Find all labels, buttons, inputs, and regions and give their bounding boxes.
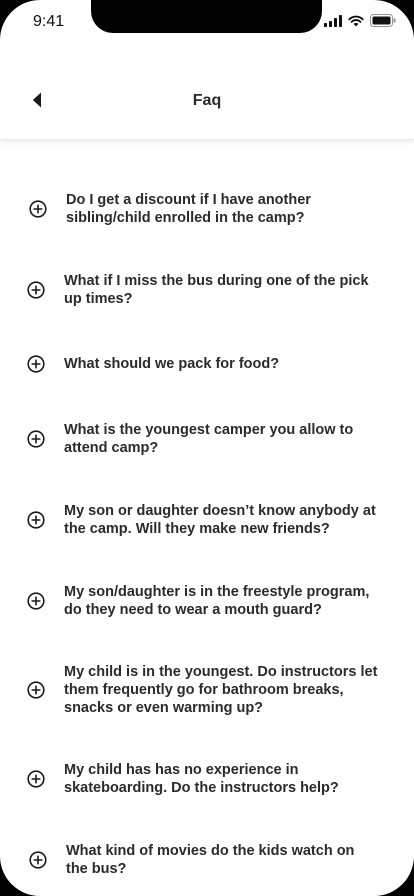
plus-circle-icon bbox=[27, 281, 45, 299]
plus-circle-icon bbox=[27, 511, 45, 529]
faq-item[interactable]: My son or daughter doesn’t know anybody … bbox=[0, 500, 414, 540]
faq-item[interactable]: My son/daughter is in the freestyle prog… bbox=[0, 581, 414, 621]
faq-question: Do I get a discount if I have another si… bbox=[66, 192, 311, 226]
battery-icon bbox=[370, 14, 396, 32]
faq-item[interactable]: My child is in the youngest. Do instruct… bbox=[0, 662, 414, 718]
plus-circle-icon bbox=[27, 430, 45, 448]
faq-question: What should we pack for food? bbox=[64, 356, 280, 372]
faq-item[interactable]: Do I get a discount if I have another si… bbox=[0, 189, 414, 229]
faq-question: My son/daughter is in the freestyle prog… bbox=[64, 584, 370, 618]
plus-circle-icon bbox=[27, 681, 45, 699]
status-icons bbox=[324, 14, 396, 32]
plus-circle-icon bbox=[29, 851, 47, 869]
faq-item[interactable]: What is the youngest camper you allow to… bbox=[0, 419, 414, 459]
status-bar: 9:41 bbox=[0, 0, 414, 44]
faq-item[interactable]: What if I miss the bus during one of the… bbox=[0, 270, 414, 310]
signal-icon bbox=[324, 14, 342, 32]
page-title: Faq bbox=[192, 92, 222, 109]
faq-question: My child has has no experience in skateb… bbox=[64, 762, 339, 796]
wifi-icon bbox=[348, 14, 364, 32]
plus-circle-icon bbox=[27, 770, 45, 788]
faq-question: What if I miss the bus during one of the… bbox=[64, 273, 369, 307]
faq-question: What kind of movies do the kids watch on… bbox=[66, 843, 355, 877]
faq-item[interactable]: My child has has no experience in skateb… bbox=[0, 759, 414, 799]
faq-screen: 9:41 Faq Do I get a discount if I have a… bbox=[0, 0, 414, 896]
faq-question: My child is in the youngest. Do instruct… bbox=[64, 664, 378, 716]
plus-circle-icon bbox=[27, 355, 45, 373]
plus-circle-icon bbox=[27, 592, 45, 610]
plus-circle-icon bbox=[29, 200, 47, 218]
status-time: 9:41 bbox=[33, 13, 65, 30]
faq-question: What is the youngest camper you allow to… bbox=[64, 422, 354, 456]
faq-item[interactable]: What should we pack for food? bbox=[0, 354, 414, 374]
device-notch bbox=[91, 0, 322, 33]
faq-item[interactable]: What kind of movies do the kids watch on… bbox=[0, 840, 414, 880]
app-header: Faq bbox=[0, 44, 414, 140]
faq-question: My son or daughter doesn’t know anybody … bbox=[64, 503, 376, 537]
